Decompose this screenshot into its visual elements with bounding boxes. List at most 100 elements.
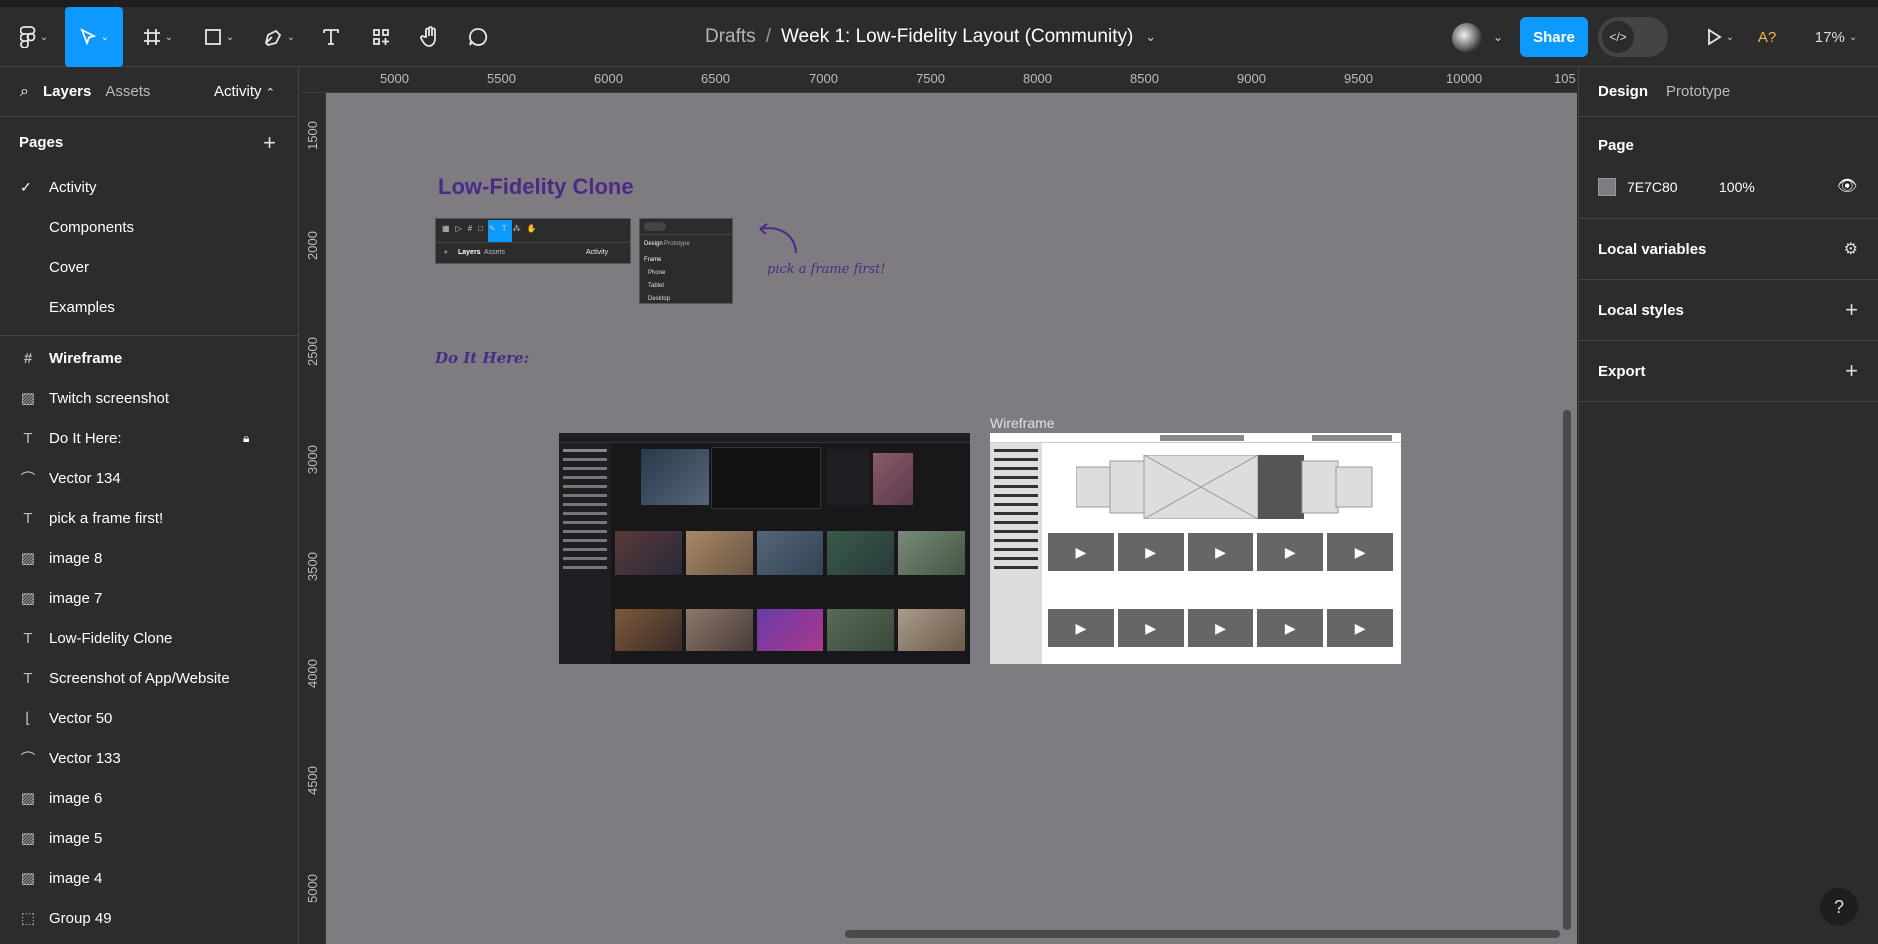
layer-label: Twitch screenshot	[49, 389, 170, 407]
add-page-button[interactable]: +	[263, 130, 276, 156]
horizontal-scrollbar[interactable]	[845, 930, 1560, 938]
chevron-down-icon: ⌄	[164, 31, 174, 43]
ruler-tick: 3500	[305, 552, 320, 581]
page-color-swatch[interactable]	[1598, 178, 1616, 196]
page-switcher[interactable]: Activity ⌃	[214, 83, 275, 100]
eye-icon[interactable]: 👁︎	[1837, 176, 1857, 196]
mini-toolbar-image[interactable]: ▦▷#□✎T⁂✋ ⌕ Layers Assets Activity	[435, 218, 631, 264]
avatar[interactable]	[1452, 23, 1482, 53]
wireframe-frame-label[interactable]: Wireframe	[990, 415, 1055, 431]
components-icon	[373, 29, 389, 45]
frame-icon: #	[23, 349, 33, 367]
local-variables-section[interactable]: Local variables ⚙︎	[1579, 219, 1878, 280]
do-it-here-label[interactable]: Do It Here:	[435, 349, 529, 367]
ruler-tick: 4500	[305, 766, 320, 795]
image-icon: ▨	[20, 550, 36, 567]
layer-screenshot-of-app[interactable]: T Screenshot of App/Website	[0, 658, 298, 698]
layer-vector-134[interactable]: ⌒ Vector 134	[0, 458, 298, 498]
layer-low-fidelity-clone[interactable]: T Low-Fidelity Clone	[0, 618, 298, 658]
wireframe-frame[interactable]: ▶ ▶ ▶ ▶ ▶ ▶ ▶ ▶ ▶ ▶	[990, 433, 1401, 664]
page-item-examples[interactable]: Examples	[0, 287, 298, 327]
layer-wireframe[interactable]: # Wireframe	[0, 338, 298, 378]
add-export-button[interactable]: +	[1845, 358, 1858, 384]
chevron-down-icon[interactable]: ⌄	[1145, 29, 1156, 45]
layer-label: image 7	[49, 589, 103, 607]
mini-layers-tab: Layers	[458, 249, 481, 256]
page-item-components[interactable]: Components	[0, 207, 298, 247]
text-icon: T	[23, 509, 33, 527]
tab-layers[interactable]: Layers	[43, 83, 91, 100]
pen-tool-button[interactable]: ⌄	[256, 7, 302, 67]
chevron-down-icon[interactable]: ⌄	[1489, 7, 1507, 67]
text-tool-button[interactable]	[316, 7, 346, 67]
left-panel: ⌕ Layers Assets Activity ⌃ Pages + ✓ Acti…	[0, 67, 299, 944]
page-color-input[interactable]: 7E7C80	[1627, 179, 1678, 195]
code-icon: </>	[1602, 21, 1634, 53]
figma-logo-icon	[19, 26, 36, 48]
page-item-cover[interactable]: Cover	[0, 247, 298, 287]
twitch-screenshot-image[interactable]	[559, 433, 970, 664]
file-name[interactable]: Week 1: Low-Fidelity Layout (Community)	[781, 26, 1133, 48]
comment-tool-button[interactable]	[463, 7, 493, 67]
main-menu-button[interactable]: ⌄	[14, 7, 54, 67]
layer-vector-50[interactable]: ⌊ Vector 50	[0, 698, 298, 738]
zoom-menu[interactable]: 17% ⌄	[1810, 7, 1862, 67]
layer-pick-a-frame[interactable]: Tpick a frame first!	[0, 498, 298, 538]
mini-item: Desktop	[648, 296, 671, 302]
chevron-down-icon: ⌄	[225, 31, 235, 43]
hand-tool-button[interactable]	[415, 7, 445, 67]
page-label: Examples	[49, 298, 115, 316]
local-styles-section[interactable]: Local styles +	[1579, 280, 1878, 341]
layer-image-6[interactable]: ▨ image 6	[0, 778, 298, 818]
frame-tool-button[interactable]: ⌄	[135, 7, 181, 67]
help-button[interactable]: ?	[1820, 888, 1858, 926]
canvas-title[interactable]: Low-Fidelity Clone	[438, 174, 634, 200]
vertical-scrollbar[interactable]	[1563, 410, 1571, 930]
shape-tool-button[interactable]: ⌄	[196, 7, 242, 67]
tab-design[interactable]: Design	[1598, 83, 1648, 100]
horizontal-ruler: 5000 5500 6000 6500 7000 7500 8000 8500 …	[300, 67, 1577, 93]
ruler-tick: 6000	[594, 71, 623, 86]
page-label: Activity	[49, 178, 97, 196]
local-variables-label: Local variables	[1598, 240, 1707, 258]
font-warning-button[interactable]: A?	[1754, 7, 1780, 67]
page-opacity-input[interactable]: 100%	[1719, 179, 1755, 195]
move-tool-button[interactable]: ⌄	[65, 7, 123, 67]
layer-label: image 5	[49, 829, 103, 847]
handwritten-note[interactable]: pick a frame first!	[767, 262, 886, 277]
text-icon	[323, 29, 339, 45]
ruler-tick: 10000	[1446, 71, 1483, 86]
layer-do-it-here[interactable]: T Do It Here: 🔒︎	[0, 418, 298, 458]
search-icon[interactable]: ⌕	[20, 83, 29, 101]
ruler-tick: 9500	[1344, 71, 1373, 86]
share-button[interactable]: Share	[1520, 17, 1588, 57]
breadcrumb-drafts-link[interactable]: Drafts	[705, 26, 756, 48]
export-section[interactable]: Export +	[1579, 341, 1878, 402]
design-canvas[interactable]: Low-Fidelity Clone ▦▷#□✎T⁂✋ ⌕ Layers Ass…	[326, 93, 1577, 944]
layer-group-49[interactable]: ⬚ Group 49	[0, 898, 298, 938]
local-styles-label: Local styles	[1598, 301, 1684, 319]
text-icon: T	[23, 429, 33, 447]
frame-icon	[143, 29, 160, 45]
layer-vector-133[interactable]: ⌒ Vector 133	[0, 738, 298, 778]
page-item-activity[interactable]: ✓ Activity	[0, 167, 298, 207]
layer-image-7[interactable]: ▨ image 7	[0, 578, 298, 618]
layer-image-5[interactable]: ▨ image 5	[0, 818, 298, 858]
layer-image-8[interactable]: ▨ image 8	[0, 538, 298, 578]
tab-prototype[interactable]: Prototype	[1666, 83, 1730, 100]
sliders-icon[interactable]: ⚙︎	[1844, 239, 1858, 259]
play-icon	[1707, 28, 1722, 46]
layer-image-4[interactable]: ▨ image 4	[0, 858, 298, 898]
dev-mode-toggle[interactable]: </>	[1598, 17, 1668, 57]
layer-label: pick a frame first!	[49, 509, 164, 527]
layer-twitch-screenshot[interactable]: ▨ Twitch screenshot	[0, 378, 298, 418]
text-icon: T	[23, 629, 33, 647]
lock-icon[interactable]: 🔒︎	[243, 431, 249, 446]
present-button[interactable]: ⌄	[1695, 7, 1745, 67]
layer-label: Do It Here:	[49, 429, 122, 447]
arrow-vector[interactable]	[740, 221, 800, 257]
mini-panel-image[interactable]: Design Prototype Frame Phone Tablet Desk…	[639, 218, 733, 304]
add-style-button[interactable]: +	[1845, 297, 1858, 323]
resources-tool-button[interactable]	[366, 7, 396, 67]
tab-assets[interactable]: Assets	[105, 83, 150, 100]
